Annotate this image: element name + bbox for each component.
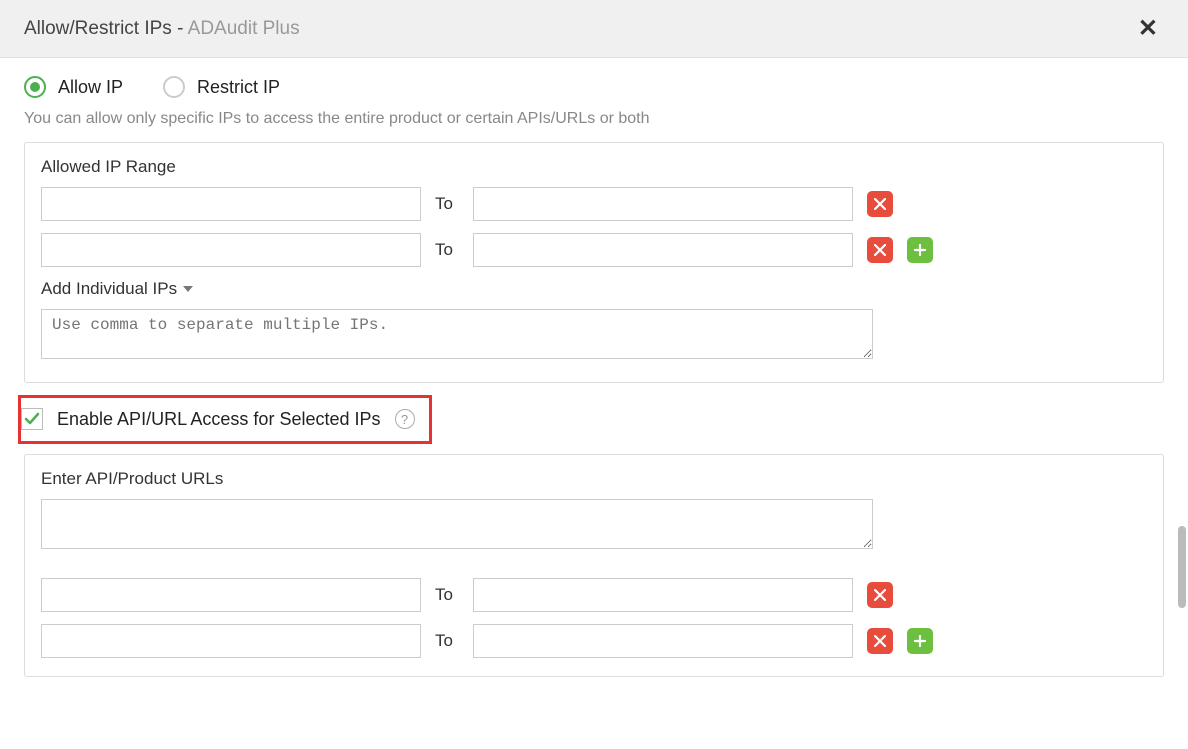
to-label: To	[435, 585, 459, 605]
title-product: ADAudit Plus	[188, 18, 300, 39]
help-icon[interactable]: ?	[395, 409, 415, 429]
title-main: Allow/Restrict IPs -	[24, 18, 188, 39]
radio-restrict-ip[interactable]: Restrict IP	[163, 76, 280, 98]
to-label: To	[435, 194, 459, 214]
individual-ips-input[interactable]	[41, 309, 873, 359]
radio-dot-icon	[30, 82, 40, 92]
ip-to-input[interactable]	[473, 187, 853, 221]
api-url-label: Enter API/Product URLs	[41, 469, 1147, 489]
ip-mode-radio-group: Allow IP Restrict IP	[24, 76, 1164, 98]
individual-ips-label[interactable]: Add Individual IPs	[41, 279, 1147, 299]
remove-icon[interactable]	[867, 237, 893, 263]
to-label: To	[435, 631, 459, 651]
enable-api-label: Enable API/URL Access for Selected IPs	[57, 409, 381, 430]
ip-from-input[interactable]	[41, 187, 421, 221]
api-url-input[interactable]	[41, 499, 873, 549]
allowed-range-label: Allowed IP Range	[41, 157, 1147, 177]
checkbox-icon[interactable]	[21, 408, 43, 430]
highlight-enable-api: Enable API/URL Access for Selected IPs ?	[18, 395, 432, 444]
ip-range-row: To	[41, 624, 1147, 658]
help-text: You can allow only specific IPs to acces…	[24, 110, 1164, 128]
add-icon[interactable]	[907, 237, 933, 263]
radio-circle-icon	[163, 76, 185, 98]
ip-from-input[interactable]	[41, 578, 421, 612]
chevron-down-icon	[183, 286, 193, 292]
dialog-content: Allow IP Restrict IP You can allow only …	[0, 58, 1188, 749]
add-icon[interactable]	[907, 628, 933, 654]
ip-to-input[interactable]	[473, 624, 853, 658]
scrollbar-thumb[interactable]	[1178, 526, 1186, 608]
ip-range-row: To	[41, 187, 1147, 221]
remove-icon[interactable]	[867, 191, 893, 217]
api-url-panel: Enter API/Product URLs To To	[24, 454, 1164, 677]
radio-restrict-label: Restrict IP	[197, 77, 280, 98]
ip-from-input[interactable]	[41, 624, 421, 658]
individual-ips-text: Add Individual IPs	[41, 279, 177, 299]
radio-allow-ip[interactable]: Allow IP	[24, 76, 123, 98]
ip-from-input[interactable]	[41, 233, 421, 267]
dialog-title: Allow/Restrict IPs - ADAudit Plus	[24, 18, 300, 40]
enable-api-checkbox-row[interactable]: Enable API/URL Access for Selected IPs ?	[21, 408, 415, 430]
remove-icon[interactable]	[867, 582, 893, 608]
radio-circle-icon	[24, 76, 46, 98]
remove-icon[interactable]	[867, 628, 893, 654]
ip-to-input[interactable]	[473, 578, 853, 612]
ip-range-row: To	[41, 233, 1147, 267]
ip-range-row: To	[41, 578, 1147, 612]
ip-to-input[interactable]	[473, 233, 853, 267]
close-icon[interactable]: ✕	[1132, 14, 1164, 43]
to-label: To	[435, 240, 459, 260]
radio-allow-label: Allow IP	[58, 77, 123, 98]
allowed-ip-panel: Allowed IP Range To To Add Individual IP…	[24, 142, 1164, 383]
dialog-header: Allow/Restrict IPs - ADAudit Plus ✕	[0, 0, 1188, 58]
